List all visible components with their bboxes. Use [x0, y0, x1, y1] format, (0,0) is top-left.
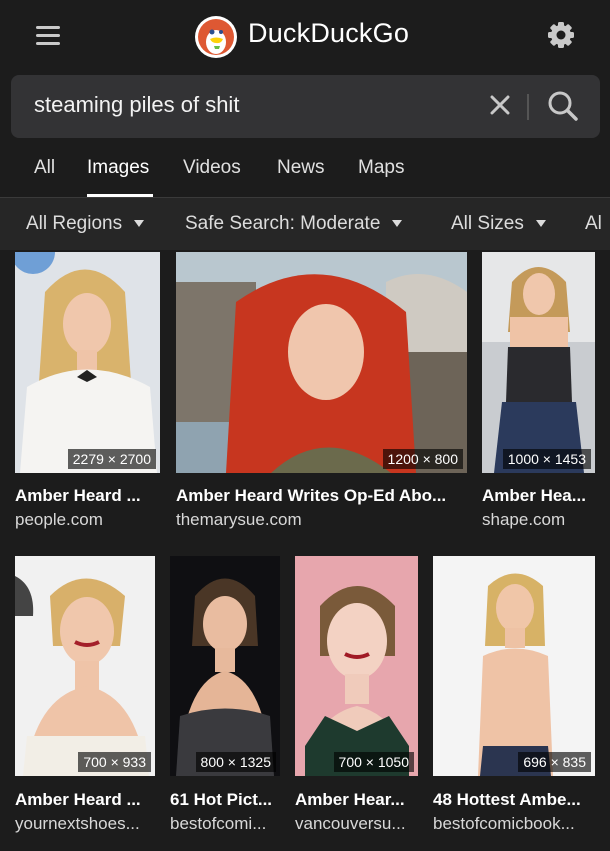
result-thumbnail[interactable]: 700 × 1050 — [295, 556, 418, 776]
brand-name: DuckDuckGo — [248, 18, 410, 48]
search-bar[interactable]: steaming piles of shit — [11, 75, 600, 138]
result-domain[interactable]: shape.com — [482, 510, 610, 530]
result-title[interactable]: Amber Heard ... — [15, 790, 165, 810]
result-title[interactable]: 61 Hot Pict... — [170, 790, 288, 810]
filter-more-label: Al — [585, 213, 602, 234]
result-thumbnail[interactable]: 1000 × 1453 — [482, 252, 595, 473]
filter-sizes-label: All Sizes — [451, 213, 524, 234]
result-domain[interactable]: vancouversu... — [295, 814, 423, 834]
image-dimensions: 696 × 835 — [518, 752, 591, 772]
result-domain[interactable]: themarysue.com — [176, 510, 471, 530]
image-result[interactable]: 700 × 933 Amber Heard ... yournextshoes.… — [15, 556, 155, 833]
filter-bar: All Regions Safe Search: Moderate All Si… — [0, 198, 610, 250]
image-dimensions: 800 × 1325 — [195, 752, 276, 772]
filter-safe-search[interactable]: Safe Search: Moderate — [185, 213, 403, 235]
result-domain[interactable]: yournextshoes... — [15, 814, 165, 834]
duckduckgo-logo[interactable] — [194, 15, 238, 59]
result-title[interactable]: Amber Heard Writes Op-Ed Abo... — [176, 486, 471, 506]
result-thumbnail[interactable]: 800 × 1325 — [170, 556, 280, 776]
result-thumbnail[interactable]: 696 × 835 — [433, 556, 595, 776]
result-thumbnail[interactable]: 2279 × 2700 — [15, 252, 160, 473]
image-result[interactable]: 1000 × 1453 Amber Hea... shape.com — [482, 252, 595, 529]
result-domain[interactable]: bestofcomi... — [170, 814, 288, 834]
filter-sizes[interactable]: All Sizes — [451, 213, 546, 235]
close-icon[interactable] — [485, 90, 515, 120]
filter-more[interactable]: Al — [585, 213, 610, 235]
filter-safe-search-label: Safe Search: Moderate — [185, 213, 381, 234]
result-title[interactable]: Amber Hea... — [482, 486, 610, 506]
gear-icon[interactable] — [546, 20, 576, 50]
image-dimensions: 700 × 933 — [78, 752, 151, 772]
result-domain[interactable]: people.com — [15, 510, 165, 530]
chevron-down-icon — [134, 220, 145, 228]
result-title[interactable]: 48 Hottest Ambe... — [433, 790, 603, 810]
chevron-down-icon — [392, 220, 403, 228]
image-dimensions: 700 × 1050 — [333, 752, 414, 772]
result-title[interactable]: Amber Heard ... — [15, 486, 165, 506]
image-result[interactable]: 696 × 835 48 Hottest Ambe... bestofcomic… — [433, 556, 595, 833]
tab-all[interactable]: All — [34, 157, 55, 179]
tab-videos[interactable]: Videos — [183, 157, 241, 179]
search-icon[interactable] — [546, 89, 580, 123]
filter-regions-label: All Regions — [26, 213, 123, 234]
result-domain[interactable]: bestofcomicbook... — [433, 814, 603, 834]
hamburger-icon[interactable] — [36, 26, 60, 46]
image-dimensions: 1200 × 800 — [382, 449, 463, 469]
result-title[interactable]: Amber Hear... — [295, 790, 423, 810]
image-dimensions: 2279 × 2700 — [67, 449, 156, 469]
result-thumbnail[interactable]: 700 × 933 — [15, 556, 155, 776]
image-result[interactable]: 1200 × 800 Amber Heard Writes Op-Ed Abo.… — [176, 252, 467, 529]
tab-maps[interactable]: Maps — [358, 157, 404, 179]
filter-regions[interactable]: All Regions — [26, 213, 145, 235]
image-dimensions: 1000 × 1453 — [502, 449, 591, 469]
image-result[interactable]: 700 × 1050 Amber Hear... vancouversu... — [295, 556, 418, 833]
tab-news[interactable]: News — [277, 157, 325, 179]
image-result[interactable]: 800 × 1325 61 Hot Pict... bestofcomi... — [170, 556, 280, 833]
search-input[interactable]: steaming piles of shit — [34, 92, 239, 118]
chevron-down-icon — [535, 220, 546, 228]
result-thumbnail[interactable]: 1200 × 800 — [176, 252, 467, 473]
search-divider — [527, 94, 529, 120]
image-result[interactable]: 2279 × 2700 Amber Heard ... people.com — [15, 252, 160, 529]
tab-images[interactable]: Images — [87, 157, 149, 179]
